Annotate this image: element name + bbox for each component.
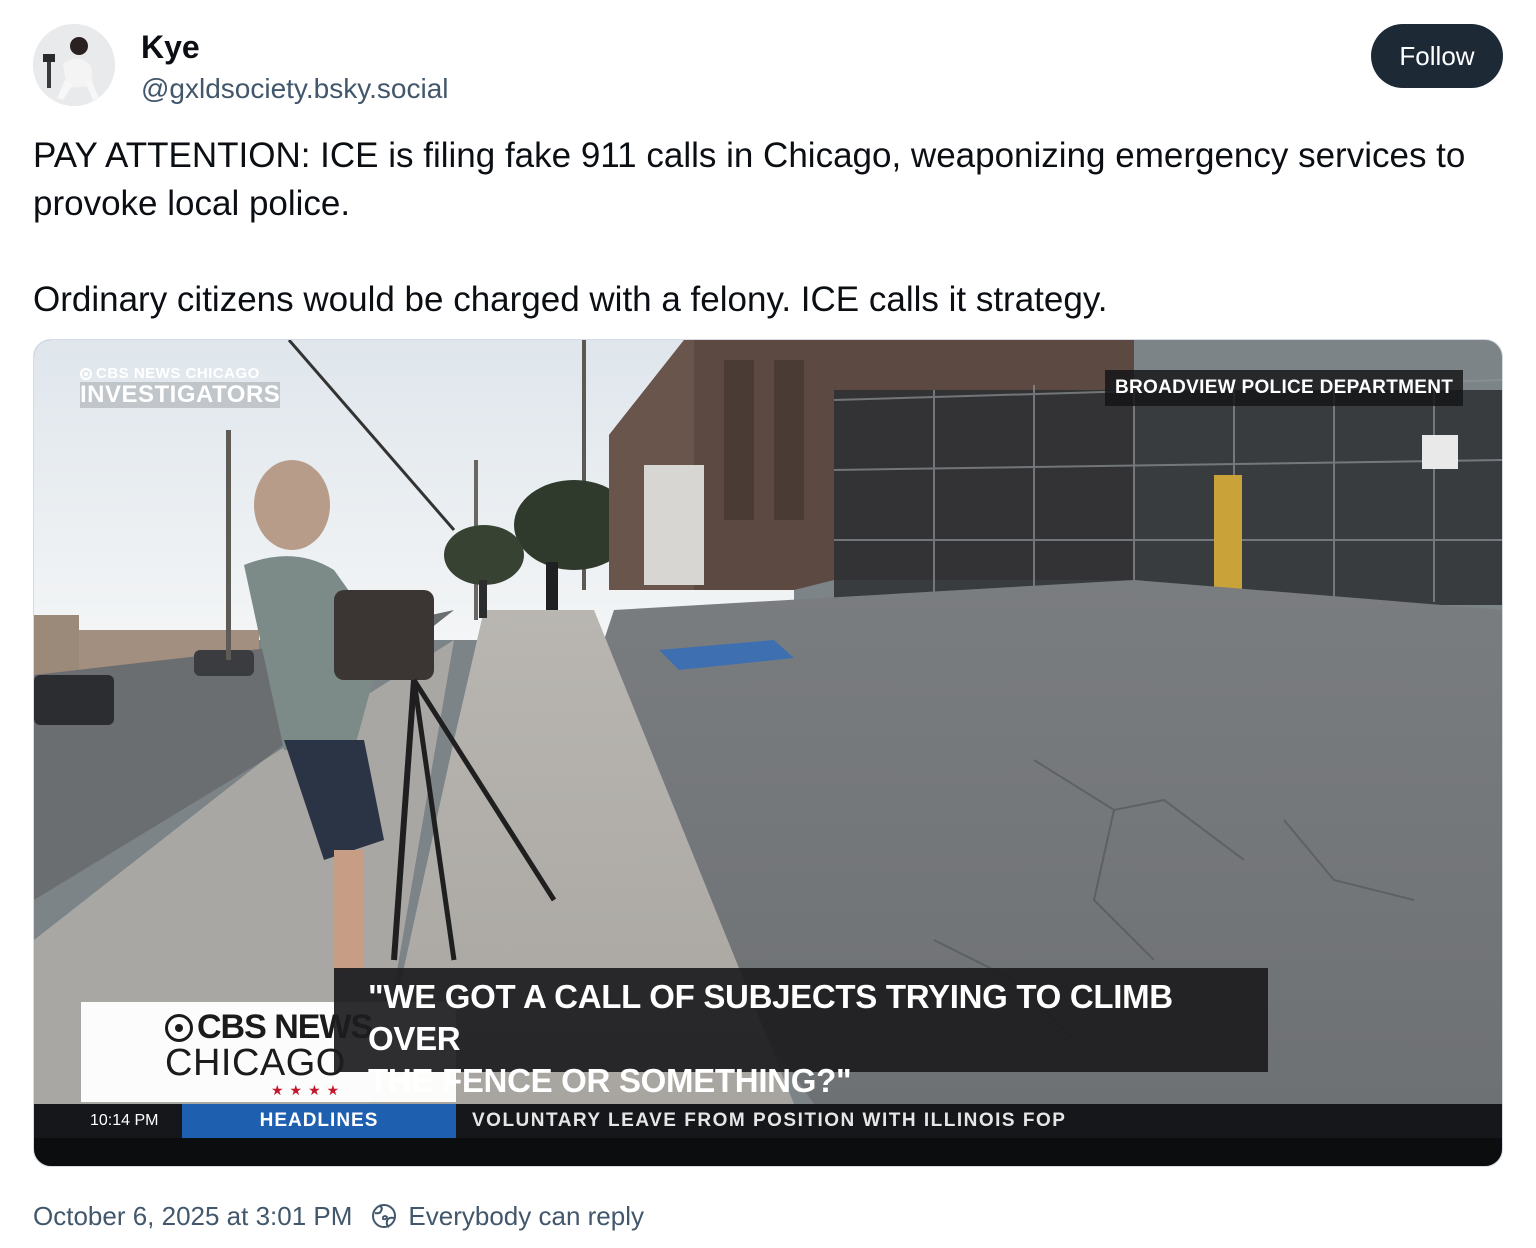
post-text: PAY ATTENTION: ICE is filing fake 911 ca… bbox=[33, 132, 1493, 324]
avatar[interactable] bbox=[33, 24, 115, 106]
ticker-section: HEADLINES bbox=[182, 1104, 456, 1138]
investigators-label: INVESTIGATORS bbox=[80, 381, 281, 408]
video-caption: "WE GOT A CALL OF SUBJECTS TRYING TO CLI… bbox=[334, 968, 1268, 1099]
investigators-top: CBS NEWS CHICAGO bbox=[96, 365, 260, 382]
author-handle[interactable]: @gxldsociety.bsky.social bbox=[141, 70, 449, 108]
ticker-text: VOLUNTARY LEAVE FROM POSITION WITH ILLIN… bbox=[472, 1110, 1067, 1131]
globe-reply-icon bbox=[372, 1204, 397, 1228]
ticker-time: 10:14 PM bbox=[90, 1112, 159, 1129]
investigators-logo: CBS NEWS CHICAGO INVESTIGATORS bbox=[80, 365, 281, 408]
post-timestamp[interactable]: October 6, 2025 at 3:01 PM bbox=[33, 1201, 352, 1232]
post-footer: October 6, 2025 at 3:01 PM Everybody can… bbox=[33, 1198, 644, 1234]
follow-button[interactable]: Follow bbox=[1371, 24, 1503, 88]
caption-line-2: THE FENCE OR SOMETHING?" bbox=[368, 1062, 852, 1099]
cbs-stars: ★★★★ bbox=[271, 1082, 346, 1098]
news-ticker: 10:14 PM HEADLINES VOLUNTARY LEAVE FROM … bbox=[34, 1104, 1502, 1138]
avatar-photo-icon bbox=[33, 24, 115, 106]
department-tag: BROADVIEW POLICE DEPARTMENT bbox=[1105, 370, 1464, 406]
caption-line-1: "WE GOT A CALL OF SUBJECTS TRYING TO CLI… bbox=[368, 978, 1173, 1057]
reply-setting-label: Everybody can reply bbox=[408, 1200, 644, 1231]
post-paragraph-2: Ordinary citizens would be charged with … bbox=[33, 280, 1108, 319]
cbs-eye-logo-icon bbox=[165, 1013, 193, 1042]
reply-setting: Everybody can reply bbox=[370, 1201, 644, 1232]
author-display-name[interactable]: Kye bbox=[141, 28, 449, 66]
post-paragraph-1: PAY ATTENTION: ICE is filing fake 911 ca… bbox=[33, 136, 1466, 223]
cbs-eye-icon bbox=[80, 368, 92, 380]
video-bottom-bar bbox=[34, 1138, 1502, 1166]
cbs-line-2: CHICAGO bbox=[165, 1042, 346, 1084]
post-header: Kye @gxldsociety.bsky.social Follow bbox=[33, 24, 1503, 108]
video-embed[interactable]: CBS NEWS CHICAGO INVESTIGATORS BROADVIEW… bbox=[33, 339, 1503, 1167]
